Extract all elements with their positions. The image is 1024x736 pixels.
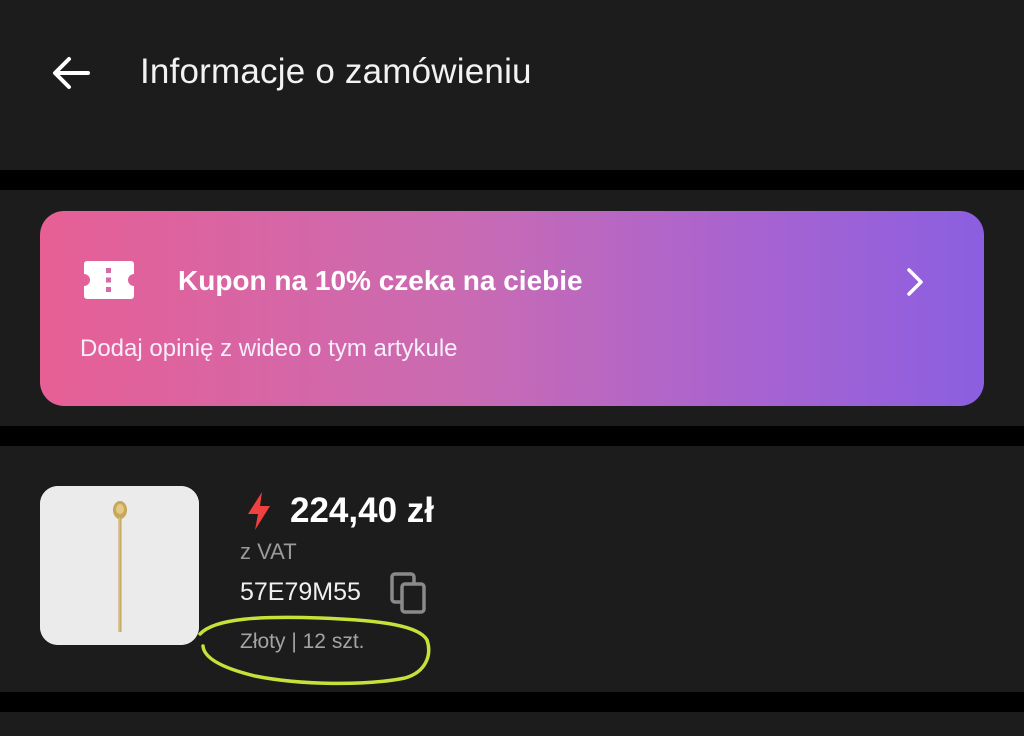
vat-label: z VAT	[240, 539, 297, 564]
gold-spoon-image	[40, 486, 199, 645]
ticket-icon	[84, 261, 134, 299]
app-header: Informacje o zamówieniu	[0, 0, 1024, 170]
page-title: Informacje o zamówieniu	[140, 52, 532, 91]
chevron-right-icon[interactable]	[898, 265, 932, 299]
product-price: 224,40 zł	[290, 491, 434, 530]
order-info-screen: Informacje o zamówieniu Kupon na 10% cze…	[0, 0, 1024, 736]
product-sku: 57E79M55	[240, 578, 361, 606]
price-row: 224,40 zł	[244, 488, 434, 534]
back-button[interactable]	[44, 46, 98, 100]
coupon-title: Kupon na 10% czeka na ciebie	[178, 265, 583, 296]
product-row: 224,40 zł z VAT 57E79M55 Złoty | 12 szt.	[0, 446, 1024, 692]
product-variant: Złoty | 12 szt.	[240, 630, 365, 653]
coupon-banner[interactable]: Kupon na 10% czeka na ciebie Dodaj opini…	[40, 211, 984, 406]
coupon-section: Kupon na 10% czeka na ciebie Dodaj opini…	[0, 190, 1024, 426]
next-section-edge	[0, 712, 1024, 736]
arrow-left-icon	[53, 57, 90, 89]
copy-icon[interactable]	[386, 570, 432, 616]
lightning-bolt-icon	[248, 492, 270, 530]
product-image[interactable]	[40, 486, 199, 645]
coupon-subtitle: Dodaj opinię z wideo o tym artykule	[80, 335, 458, 362]
